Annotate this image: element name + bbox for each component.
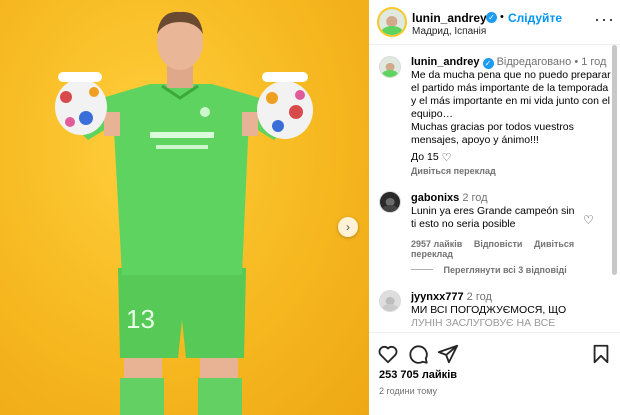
comment-time: 2 год (466, 291, 492, 303)
svg-text:13: 13 (126, 304, 155, 334)
comments-thread[interactable]: lunin_andrey ✓ Відредаговано • 1 год Me … (369, 45, 620, 332)
edited-label: Відредаговано (496, 56, 572, 68)
bookmark-icon[interactable] (590, 343, 612, 365)
heart-icon[interactable] (377, 343, 399, 365)
comments-scrollbar[interactable] (612, 45, 617, 275)
comment-likes[interactable]: 2957 лайків (411, 239, 462, 249)
comment-text: Lunin ya eres Grande campeón sin ti esto… (411, 205, 575, 230)
comment-header: jyynxx777 2 год (411, 291, 492, 303)
caption-likes-label: До 15 (411, 151, 439, 163)
caption-avatar[interactable] (379, 56, 401, 78)
comment-time: 2 год (462, 192, 488, 204)
verified-badge-icon: ✓ (486, 12, 497, 23)
caption-username[interactable]: lunin_andrey (411, 56, 479, 68)
share-icon[interactable] (437, 343, 459, 365)
caption-likes: До 15 ♡ (411, 151, 451, 164)
comment-username[interactable]: gabonixs (411, 192, 459, 204)
author-avatar[interactable] (377, 7, 407, 37)
comment-username[interactable]: jyynxx777 (411, 291, 464, 303)
chevron-right-icon: › (346, 220, 350, 234)
view-replies-label: Переглянути всі 3 відповіді (443, 265, 567, 275)
comment-text: МИ ВСІ ПОГОДЖУЄМОСЯ, ЩО (411, 304, 567, 316)
instagram-post-view: 13 › lunin_andrey ✓ • Слідуйте Мадрид, І… (0, 0, 620, 415)
caption-translate-link[interactable]: Дивіться переклад (411, 166, 496, 176)
commenter-avatar[interactable] (379, 290, 401, 312)
comment-actions: 2957 лайків Відповісти Дивіться переклад (411, 239, 620, 259)
next-photo-button[interactable]: › (338, 217, 358, 237)
follow-button[interactable]: Слідуйте (508, 11, 562, 25)
verified-badge-icon: ✓ (482, 58, 494, 69)
post-actions-bar: 253 705 лайків 2 години тому (369, 332, 620, 415)
commenter-avatar[interactable] (379, 191, 401, 213)
comment-header: gabonixs 2 год (411, 192, 488, 204)
post-photo[interactable]: 13 › (0, 0, 369, 415)
caption-header: lunin_andrey ✓ Відредаговано • 1 год (411, 56, 606, 69)
view-replies-link[interactable]: Переглянути всі 3 відповіді (411, 265, 567, 275)
post-time: 2 години тому (379, 386, 437, 396)
separator-dot: • (500, 11, 504, 23)
post-likes-count[interactable]: 253 705 лайків (379, 369, 457, 381)
caption-time: 1 год (581, 56, 607, 68)
reply-button[interactable]: Відповісти (474, 239, 523, 249)
post-header: lunin_andrey ✓ • Слідуйте Мадрид, Іспані… (369, 0, 620, 45)
caption-text: Me da mucha pena que no puedo preparar e… (411, 69, 611, 146)
post-side-panel: lunin_andrey ✓ • Слідуйте Мадрид, Іспані… (369, 0, 620, 415)
separator-dot: • (574, 56, 579, 68)
post-location[interactable]: Мадрид, Іспанія (412, 26, 486, 37)
like-comment-heart-icon[interactable]: ♡ (583, 213, 594, 227)
goalkeeper-photo: 13 (55, 11, 313, 415)
more-options-icon[interactable]: ··· (594, 10, 615, 28)
comment-text-continued: ЛУНІН ЗАСЛУГОВУЄ НА ВСЕ (411, 317, 556, 329)
replies-divider (411, 269, 433, 270)
comment-icon[interactable] (407, 343, 429, 365)
author-username[interactable]: lunin_andrey (412, 11, 487, 25)
heart-outline-icon[interactable]: ♡ (442, 151, 452, 164)
